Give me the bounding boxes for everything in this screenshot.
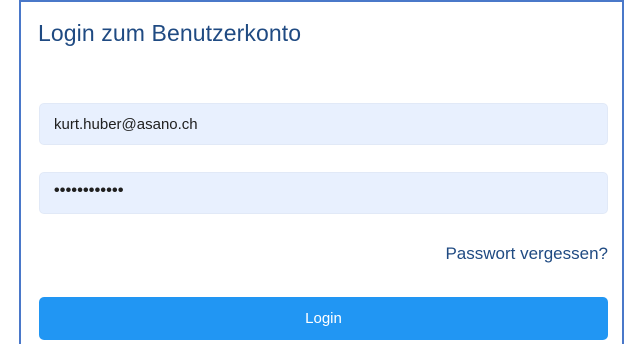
login-button[interactable]: Login: [39, 297, 608, 340]
login-page: Login zum Benutzerkonto kurt.huber@asano…: [0, 0, 626, 344]
card-border-left: [19, 0, 21, 344]
password-field[interactable]: ••••••••••••: [39, 172, 608, 214]
card-border-top: [19, 0, 624, 2]
email-field[interactable]: kurt.huber@asano.ch: [39, 103, 608, 145]
password-field-value: ••••••••••••: [54, 182, 124, 199]
forgot-password-link[interactable]: Passwort vergessen?: [445, 244, 608, 264]
page-title: Login zum Benutzerkonto: [38, 20, 302, 46]
card-border-right: [622, 0, 624, 344]
email-field-value: kurt.huber@asano.ch: [54, 115, 198, 133]
